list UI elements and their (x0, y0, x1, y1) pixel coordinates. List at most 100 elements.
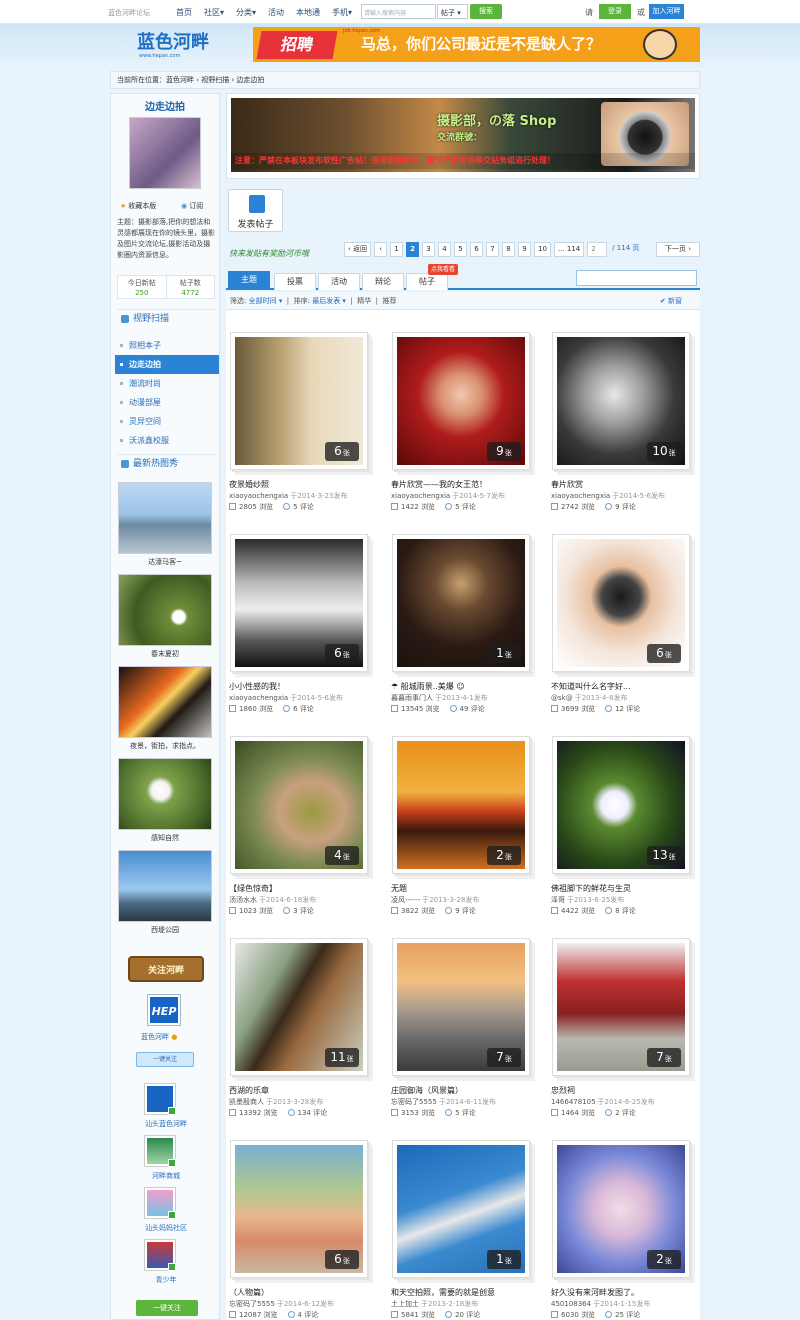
post-author[interactable]: xiaoyaochengxia 于2014-5-6发布 (229, 693, 369, 703)
page-1[interactable]: 1 (390, 242, 404, 257)
post-author[interactable]: xiaoyaochengxia 于2014-3-23发布 (229, 491, 369, 501)
sort-latest[interactable]: 最后发表 ▾ (312, 297, 346, 305)
post-title[interactable]: 不知道叫什么名字好... (551, 681, 691, 692)
page-10[interactable]: 10 (534, 242, 551, 257)
post-title[interactable]: 佛祖脚下的鲜花与生灵 (551, 883, 691, 894)
post-author[interactable]: xiaoyaochengxia 于2014-5-7发布 (391, 491, 531, 501)
sidebar-item-uniform[interactable]: 沃派鑫校服 (115, 431, 219, 450)
post-thumbnail[interactable]: 6张 (230, 534, 368, 672)
post-author[interactable]: xiaoyaochengxia 于2014-5-6发布 (551, 491, 691, 501)
post-title[interactable]: （人物篇） (229, 1287, 369, 1298)
new-post-button[interactable]: 发表帖子 (228, 189, 283, 232)
filter-digest[interactable]: 精华 (357, 297, 371, 305)
hep-name[interactable]: 蓝色河畔 ● (141, 1032, 177, 1042)
sidebar-item-spirit[interactable]: 灵异空间 (115, 412, 219, 431)
post-title[interactable]: 忠烈祠 (551, 1085, 691, 1096)
page-9[interactable]: 9 (518, 242, 532, 257)
sidebar-item-anime[interactable]: 动漫部屋 (115, 393, 219, 412)
page-5[interactable]: 5 (454, 242, 468, 257)
post-title[interactable]: 春片欣赏 (551, 479, 691, 490)
login-button[interactable]: 登录 (599, 4, 631, 19)
post-thumbnail[interactable]: 9张 (392, 332, 530, 470)
account-caption-4[interactable]: 青少年 (115, 1275, 217, 1285)
post-title[interactable]: ☂ 船城雨景..美爆 ☺ (391, 681, 531, 692)
post-author[interactable]: 土上加土 于2013-2-18发布 (391, 1299, 531, 1309)
post-author[interactable]: 忘密码了5555 于2014-6-11发布 (391, 1097, 531, 1107)
hot-pic-2[interactable] (118, 574, 212, 646)
post-author[interactable]: 凯墨殷商人 于2013-3-28发布 (229, 1097, 369, 1107)
post-thumbnail[interactable]: 2张 (552, 1140, 690, 1278)
post-thumbnail[interactable]: 2张 (392, 736, 530, 874)
post-title[interactable]: 春片欣赏——我的女王范！ (391, 479, 531, 490)
post-title[interactable]: 庄园御海（风景篇） (391, 1085, 531, 1096)
section-hot[interactable]: 最新热图秀 (117, 454, 215, 472)
page-7[interactable]: 7 (486, 242, 500, 257)
new-window-toggle[interactable]: ✔ 新窗 (660, 292, 682, 310)
post-author[interactable]: 泽哥 于2013-6-25发布 (551, 895, 691, 905)
site-logo[interactable]: 蓝色河畔 www.hepan.com (137, 28, 221, 62)
tab-posts[interactable]: 帖子 (406, 273, 448, 290)
all-follow-button[interactable]: 一键关注 (136, 1300, 198, 1316)
post-thumbnail[interactable]: 6张 (230, 1140, 368, 1278)
account-caption-3[interactable]: 汕头妈妈社区 (115, 1223, 217, 1233)
page-first[interactable]: ‹ (374, 242, 388, 257)
post-thumbnail[interactable]: 13张 (552, 736, 690, 874)
account-logo-3[interactable] (144, 1187, 176, 1219)
filter-all-time[interactable]: 全部时间 ▾ (249, 297, 283, 305)
hot-caption-1[interactable]: 达濠马客~ (118, 557, 212, 567)
post-author[interactable]: @sk@ 于2013-4-8发布 (551, 693, 691, 703)
sidebar-item-photobook[interactable]: 照相本子 (115, 336, 219, 355)
forum-ad-banner[interactable]: 摄影部，の落 Shop 交流群號： 注意：严禁在本板块发布软性广告帖！违者删除帖子… (231, 98, 695, 172)
post-author[interactable]: 暮暮雨事门人 于2013-4-1发布 (391, 693, 531, 703)
post-title[interactable]: 西湖的乐章 (229, 1085, 369, 1096)
nav-home[interactable]: 首页 (176, 7, 192, 18)
post-thumbnail[interactable]: 11张 (230, 938, 368, 1076)
next-page-button[interactable]: 下一页 › (656, 242, 700, 257)
post-thumbnail[interactable]: 1张 (392, 1140, 530, 1278)
nav-local[interactable]: 本地通 (296, 7, 320, 18)
join-button[interactable]: 加入河畔 (649, 4, 684, 19)
new-badge[interactable]: 点我看看 (428, 264, 459, 275)
account-logo-4[interactable] (144, 1239, 176, 1271)
tab-topic[interactable]: 主题 (228, 271, 270, 290)
hot-caption-4[interactable]: 感知自然 (118, 833, 212, 843)
post-title[interactable]: 夜景婚纱照 (229, 479, 369, 490)
sidebar-item-walkshoot[interactable]: 边走边拍 (115, 355, 219, 374)
hot-pic-5[interactable] (118, 850, 212, 922)
account-caption-2[interactable]: 河畔商城 (115, 1171, 217, 1181)
hep-logo[interactable]: HEP (148, 995, 180, 1025)
nav-activity[interactable]: 活动 (268, 7, 284, 18)
post-author[interactable]: 凌风------ 于2013-3-28发布 (391, 895, 531, 905)
follow-hepan-sign[interactable]: 关注河畔 (128, 956, 204, 982)
page-jump-input[interactable]: 2 (587, 242, 608, 257)
post-author[interactable]: 1466478105 于2014-6-25发布 (551, 1097, 691, 1107)
hot-caption-5[interactable]: 西堤公园 (118, 925, 212, 935)
post-thumbnail[interactable]: 4张 (230, 736, 368, 874)
post-thumbnail[interactable]: 6张 (230, 332, 368, 470)
tab-activity[interactable]: 活动 (318, 273, 360, 290)
tab-debate[interactable]: 辩论 (362, 273, 404, 290)
page-2-current[interactable]: 2 (406, 242, 420, 257)
section-vision[interactable]: 视野扫描 (117, 309, 215, 327)
tab-search-input[interactable] (576, 270, 697, 286)
filter-recommend[interactable]: 推荐 (382, 297, 396, 305)
page-6[interactable]: 6 (470, 242, 484, 257)
nav-category[interactable]: 分类▾ (236, 7, 256, 18)
hot-pic-3[interactable] (118, 666, 212, 738)
sidebar-item-fashion[interactable]: 潮流时尚 (115, 374, 219, 393)
page-back[interactable]: ‹ 返回 (344, 242, 372, 257)
recruit-banner[interactable]: 招聘 job.hepan.com 马总，你们公司最近是不是缺人了？ (253, 27, 700, 62)
post-thumbnail[interactable]: 1张 (392, 534, 530, 672)
post-title[interactable]: 好久没有来河畔发图了。 (551, 1287, 691, 1298)
post-thumbnail[interactable]: 6张 (552, 534, 690, 672)
subscribe-link[interactable]: ◉ 订阅 (181, 201, 203, 211)
one-key-follow-button[interactable]: 一键关注 (136, 1052, 194, 1067)
account-caption-1[interactable]: 汕头蓝色河畔 (115, 1119, 217, 1129)
post-thumbnail[interactable]: 10张 (552, 332, 690, 470)
search-input[interactable]: 请输入搜索内容 (361, 4, 436, 19)
page-8[interactable]: 8 (502, 242, 516, 257)
post-title[interactable]: 小小性感的我！ (229, 681, 369, 692)
post-title[interactable]: 和天空拍照，需要的就是创意 (391, 1287, 531, 1298)
nav-mobile[interactable]: 手机▾ (332, 7, 352, 18)
hot-pic-1[interactable] (118, 482, 212, 554)
